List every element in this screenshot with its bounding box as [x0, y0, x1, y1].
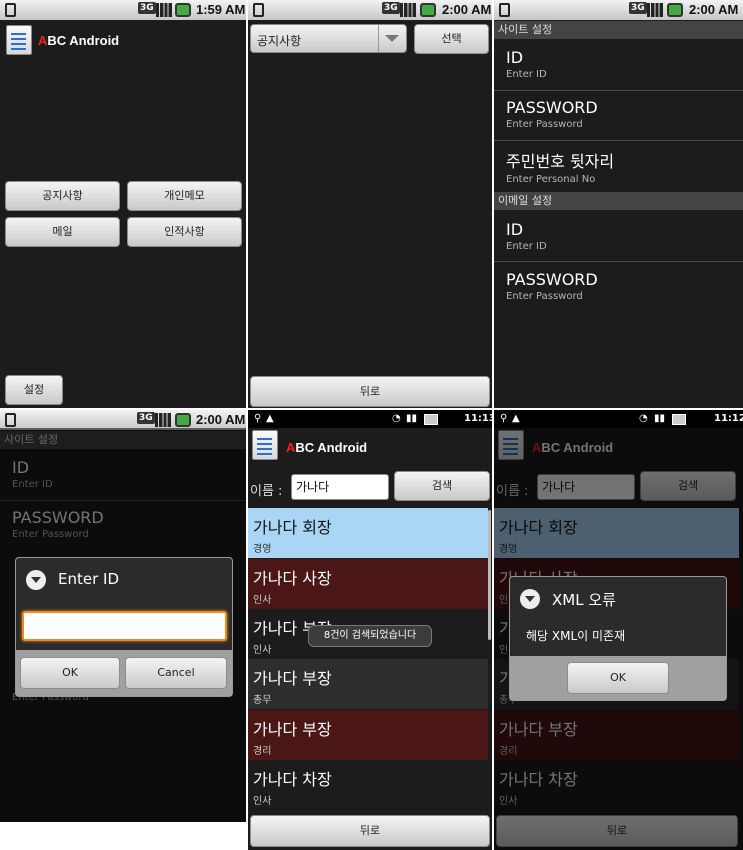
status-time: 1:59 AM: [196, 2, 246, 17]
app-notepad-icon: [6, 25, 32, 55]
search-button[interactable]: 검색: [394, 471, 490, 501]
screen-enter-id-dialog: 3G 2:00 AM 사이트 설정 IDEnter ID PASSWORDEnt…: [0, 410, 246, 822]
status-bar: 3G 1:59 AM: [0, 0, 246, 20]
category-spinner[interactable]: 공지사항: [250, 24, 407, 53]
memo-button[interactable]: 개인메모: [127, 181, 242, 211]
name-search-input[interactable]: 가나다: [291, 474, 389, 500]
back-button[interactable]: 뒤로: [250, 815, 490, 847]
divider: [494, 90, 743, 91]
dialog-title: XML 오류: [552, 591, 616, 609]
status-time: 2:00 AM: [689, 2, 739, 17]
3g-icon: 3G: [629, 2, 647, 14]
signal-icon: [155, 413, 171, 427]
xml-error-dialog: XML 오류 해당 XML이 미존재 OK: [509, 576, 727, 701]
screen-category-select: 3G 2:00 AM 공지사항 선택 뒤로: [248, 0, 492, 408]
3g-icon: 3G: [138, 2, 156, 14]
3g-icon: 3G: [137, 412, 155, 424]
screen-main-menu: 3G 1:59 AM ABC Android 공지사항 개인메모 메일 인적사항…: [0, 0, 246, 408]
battery-icon: [667, 3, 683, 17]
pref-site-id[interactable]: ID Enter ID: [506, 48, 743, 80]
signal-icon: ▮▮: [406, 413, 418, 424]
signal-icon: [400, 3, 416, 17]
ok-button[interactable]: OK: [567, 662, 669, 694]
select-button[interactable]: 선택: [414, 24, 489, 54]
signal-icon: ▮▮: [654, 413, 666, 424]
hr-info-button[interactable]: 인적사항: [127, 217, 242, 247]
settings-button[interactable]: 설정: [5, 375, 63, 405]
sim-icon: [499, 3, 510, 17]
dialog-message: 해당 XML이 미존재: [526, 629, 626, 643]
screen-search-results: ⚲ ▲ ◔ ▮▮ 11:13 ABC Android 이름 : 가나다 검색 가…: [248, 410, 492, 850]
site-settings-header: 사이트 설정: [494, 21, 743, 39]
sim-icon: [5, 3, 16, 17]
spinner-value: 공지사항: [257, 34, 302, 48]
ok-button[interactable]: OK: [20, 657, 120, 689]
warning-icon: ▲: [512, 413, 520, 424]
battery-icon: [420, 3, 436, 17]
status-bar: ⚲ ▲ ◔ ▮▮ 11:12: [494, 410, 743, 428]
dialog-button-bar: OK Cancel: [16, 650, 232, 696]
chevron-down-icon: [378, 25, 406, 52]
cancel-button[interactable]: Cancel: [125, 657, 227, 689]
dialog-dropdown-icon: [520, 589, 540, 609]
toast-message: 8건이 검색되었습니다: [308, 625, 432, 647]
battery-icon: [175, 413, 191, 427]
screen-preferences: 3G 2:00 AM 사이트 설정 ID Enter ID PASSWORD Ent…: [494, 0, 743, 408]
email-settings-header: 이메일 설정: [494, 192, 743, 210]
divider: [494, 261, 743, 262]
status-bar: 3G 2:00 AM: [248, 0, 492, 20]
status-bar: 3G 2:00 AM: [0, 410, 246, 430]
wifi-icon: ◔: [392, 413, 401, 424]
list-item[interactable]: 가나다 부장총무: [248, 659, 488, 709]
screen-xml-error: ⚲ ▲ ◔ ▮▮ 11:12 ABC Android 이름 : 가나다 검색 가…: [494, 410, 743, 850]
status-time: 2:00 AM: [196, 412, 246, 427]
app-notepad-icon: [252, 430, 278, 460]
warning-icon: ▲: [266, 413, 274, 424]
pref-site-password[interactable]: PASSWORD Enter Password: [506, 98, 743, 130]
dialog-title: Enter ID: [58, 570, 120, 588]
status-bar: ⚲ ▲ ◔ ▮▮ 11:13: [248, 410, 492, 428]
signal-icon: [647, 3, 663, 17]
id-input[interactable]: [22, 611, 227, 641]
dialog-dropdown-icon: [26, 570, 46, 590]
battery-icon: [175, 3, 191, 17]
divider: [494, 140, 743, 141]
app-title: ABC Android: [286, 440, 368, 455]
list-scrollbar[interactable]: [488, 510, 491, 640]
wifi-icon: ◔: [639, 413, 648, 424]
status-bar: 3G 2:00 AM: [494, 0, 743, 20]
battery-icon: [672, 414, 686, 425]
status-time: 2:00 AM: [442, 2, 492, 17]
sim-icon: [5, 413, 16, 427]
enter-id-dialog: Enter ID OK Cancel: [15, 557, 233, 697]
sim-icon: [253, 3, 264, 17]
list-item[interactable]: 가나다 차장인사: [248, 760, 488, 810]
battery-icon: [424, 414, 438, 425]
list-item[interactable]: 가나다 사장인사: [248, 559, 488, 609]
list-item[interactable]: 가나다 부장경리: [248, 710, 488, 760]
pref-resident-number[interactable]: 주민번호 뒷자리 Enter Personal No: [506, 148, 743, 185]
app-title: ABC Android: [38, 33, 120, 48]
list-item[interactable]: 가나다 회장경영: [248, 508, 488, 558]
pref-mail-id[interactable]: ID Enter ID: [506, 220, 743, 252]
3g-icon: 3G: [382, 2, 400, 14]
pref-mail-password[interactable]: PASSWORD Enter Password: [506, 270, 743, 302]
name-label: 이름 :: [250, 484, 283, 499]
usb-icon: ⚲: [254, 413, 262, 424]
notice-button[interactable]: 공지사항: [5, 181, 120, 211]
dialog-button-bar: OK: [510, 656, 726, 700]
signal-icon: [156, 3, 172, 17]
status-time: 11:13: [464, 413, 492, 424]
back-button[interactable]: 뒤로: [250, 376, 490, 407]
mail-button[interactable]: 메일: [5, 217, 120, 247]
usb-icon: ⚲: [500, 413, 508, 424]
status-time: 11:12: [714, 413, 743, 424]
